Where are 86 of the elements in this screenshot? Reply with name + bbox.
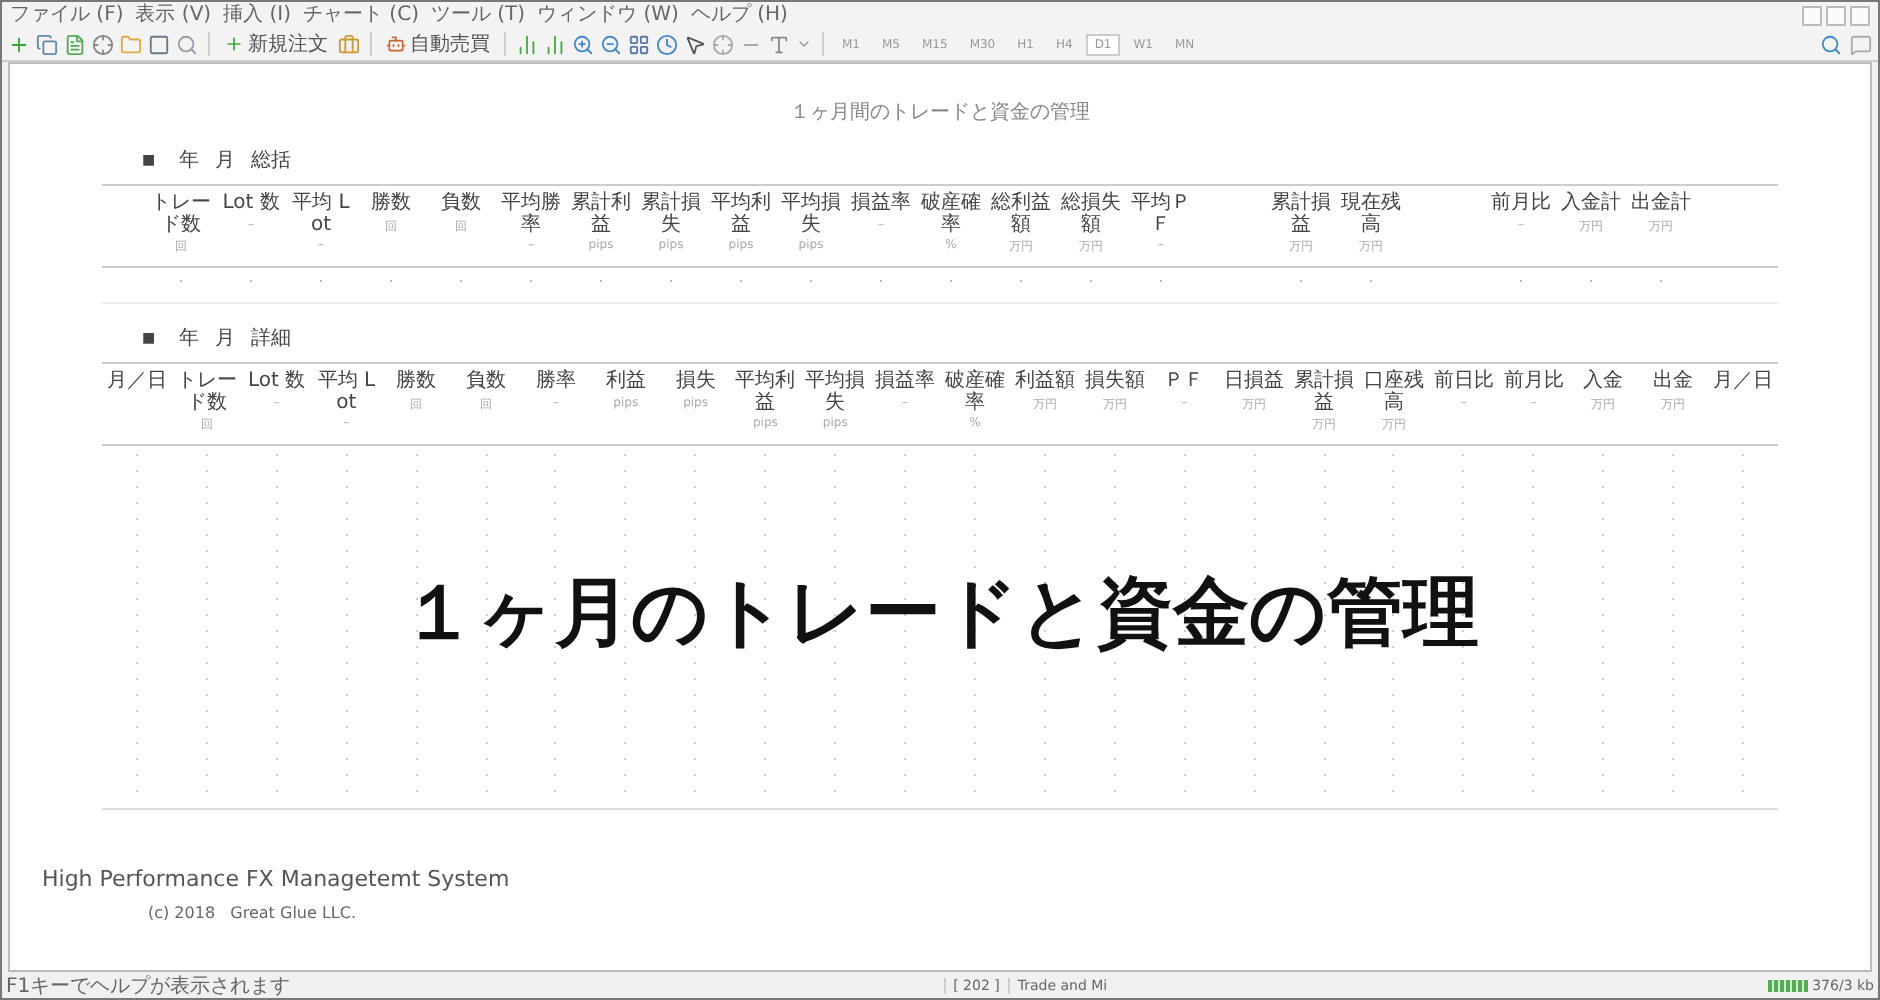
column-header: 現在残高 [1339,194,1403,236]
new-order-button[interactable]: 新規注文 [220,29,332,59]
column-header: Lot 数 [220,194,282,215]
column-header: トレード数 [174,372,239,414]
connection-bars-icon [1768,979,1809,991]
column-header: 前月比 [1501,372,1566,393]
bar-chart-icon[interactable] [516,33,538,55]
column-header: 勝数 [394,372,439,393]
column-header: 平均 Lot [290,194,352,236]
plus-icon[interactable] [8,33,30,55]
chat-icon[interactable] [1850,33,1872,55]
folder-icon[interactable] [120,33,142,55]
menu-item[interactable]: ヘルプ (H) [690,3,788,27]
column-header: 損益率 [849,194,913,215]
column-header: 損失額 [1082,372,1147,393]
section-heading: 年 [179,148,200,174]
column-header: 破産確率 [942,372,1007,414]
column-header: 利益額 [1012,372,1077,393]
column-header: 損失 [673,372,718,393]
column-header: 累計損失 [639,194,703,236]
copyright-text: (c) 2018 Great Glue LLC. [148,904,358,922]
plus-icon [224,34,244,54]
text-icon[interactable] [768,33,790,55]
copy-icon[interactable] [36,33,58,55]
section-heading: 総括 [251,148,292,174]
section-heading: 月 [215,326,236,352]
section-heading: 月 [215,148,236,174]
column-header: 勝数 [369,194,413,215]
pointer-icon[interactable] [684,33,706,55]
column-header: Lot 数 [245,372,308,393]
caret-icon[interactable] [796,36,812,52]
search-icon[interactable] [1820,33,1842,55]
grid-icon[interactable] [628,33,650,55]
column-header: 平均損失 [779,194,843,236]
column-header: 出金 [1651,372,1696,393]
menu-item[interactable]: ファイル (F) [10,3,124,27]
column-header: 総損失額 [1059,194,1123,236]
column-header: 前月比 [1489,194,1553,215]
column-header: 平均ＰＦ [1129,194,1193,236]
overlay-title: １ヶ月のトレードと資金の管理 [401,566,1479,656]
menu-item[interactable]: ツール (T) [430,3,526,27]
menu-item[interactable]: チャート (C) [303,3,419,27]
column-header: 累計利益 [569,194,633,236]
column-header: 平均利益 [733,372,798,414]
column-header: ＰＦ [1162,372,1207,393]
column-header: 損益率 [873,372,938,393]
column-header: 勝率 [533,372,578,393]
page-title: １ヶ月間のトレードと資金の管理 [790,100,1090,126]
section-heading: 詳細 [251,325,292,352]
column-header: 前日比 [1431,372,1496,393]
menu-item[interactable]: 挿入 (I) [223,3,291,27]
system-name: High Performance FX Managetemt System [42,866,512,892]
crosshair-icon[interactable] [92,33,114,55]
clock-icon[interactable] [656,33,678,55]
menu-item[interactable]: ウィンドウ (W) [537,3,679,27]
zoom-in-icon[interactable] [572,33,594,55]
column-header: 平均損失 [803,372,868,414]
status-hint: F1キーでヘルプが表示されます [6,973,291,999]
section-heading: 年 [179,326,200,352]
column-header: トレード数 [149,194,213,236]
robot-icon [386,34,406,54]
column-header: 利益 [603,372,648,393]
square-icon[interactable] [148,33,170,55]
column-header: 負数 [464,372,509,393]
column-header: 入金計 [1559,194,1623,215]
search-icon[interactable] [176,33,198,55]
zoom-out-icon[interactable] [600,33,622,55]
auto-trading-button[interactable]: 自動売買 [382,29,494,59]
menu-item[interactable]: 表示 (V) [135,3,212,27]
column-header: 平均利益 [709,194,773,236]
column-header: 口座残高 [1361,372,1426,414]
column-header: 平均 Lot [315,372,378,414]
column-header: 累計損益 [1269,194,1333,236]
document-icon[interactable] [64,33,86,55]
column-header: 出金計 [1629,194,1693,215]
column-header: 月／日 [104,372,169,393]
column-header: 破産確率 [919,194,983,236]
bar-chart-icon[interactable] [544,33,566,55]
column-header: 平均勝率 [499,194,563,236]
column-header: 総利益額 [989,194,1053,236]
briefcase-icon[interactable] [338,33,360,55]
column-header: 日損益 [1222,372,1287,393]
column-header: 月／日 [1711,372,1776,393]
column-header: 入金 [1581,372,1626,393]
column-header: 累計損益 [1292,372,1357,414]
column-header: 負数 [439,194,483,215]
